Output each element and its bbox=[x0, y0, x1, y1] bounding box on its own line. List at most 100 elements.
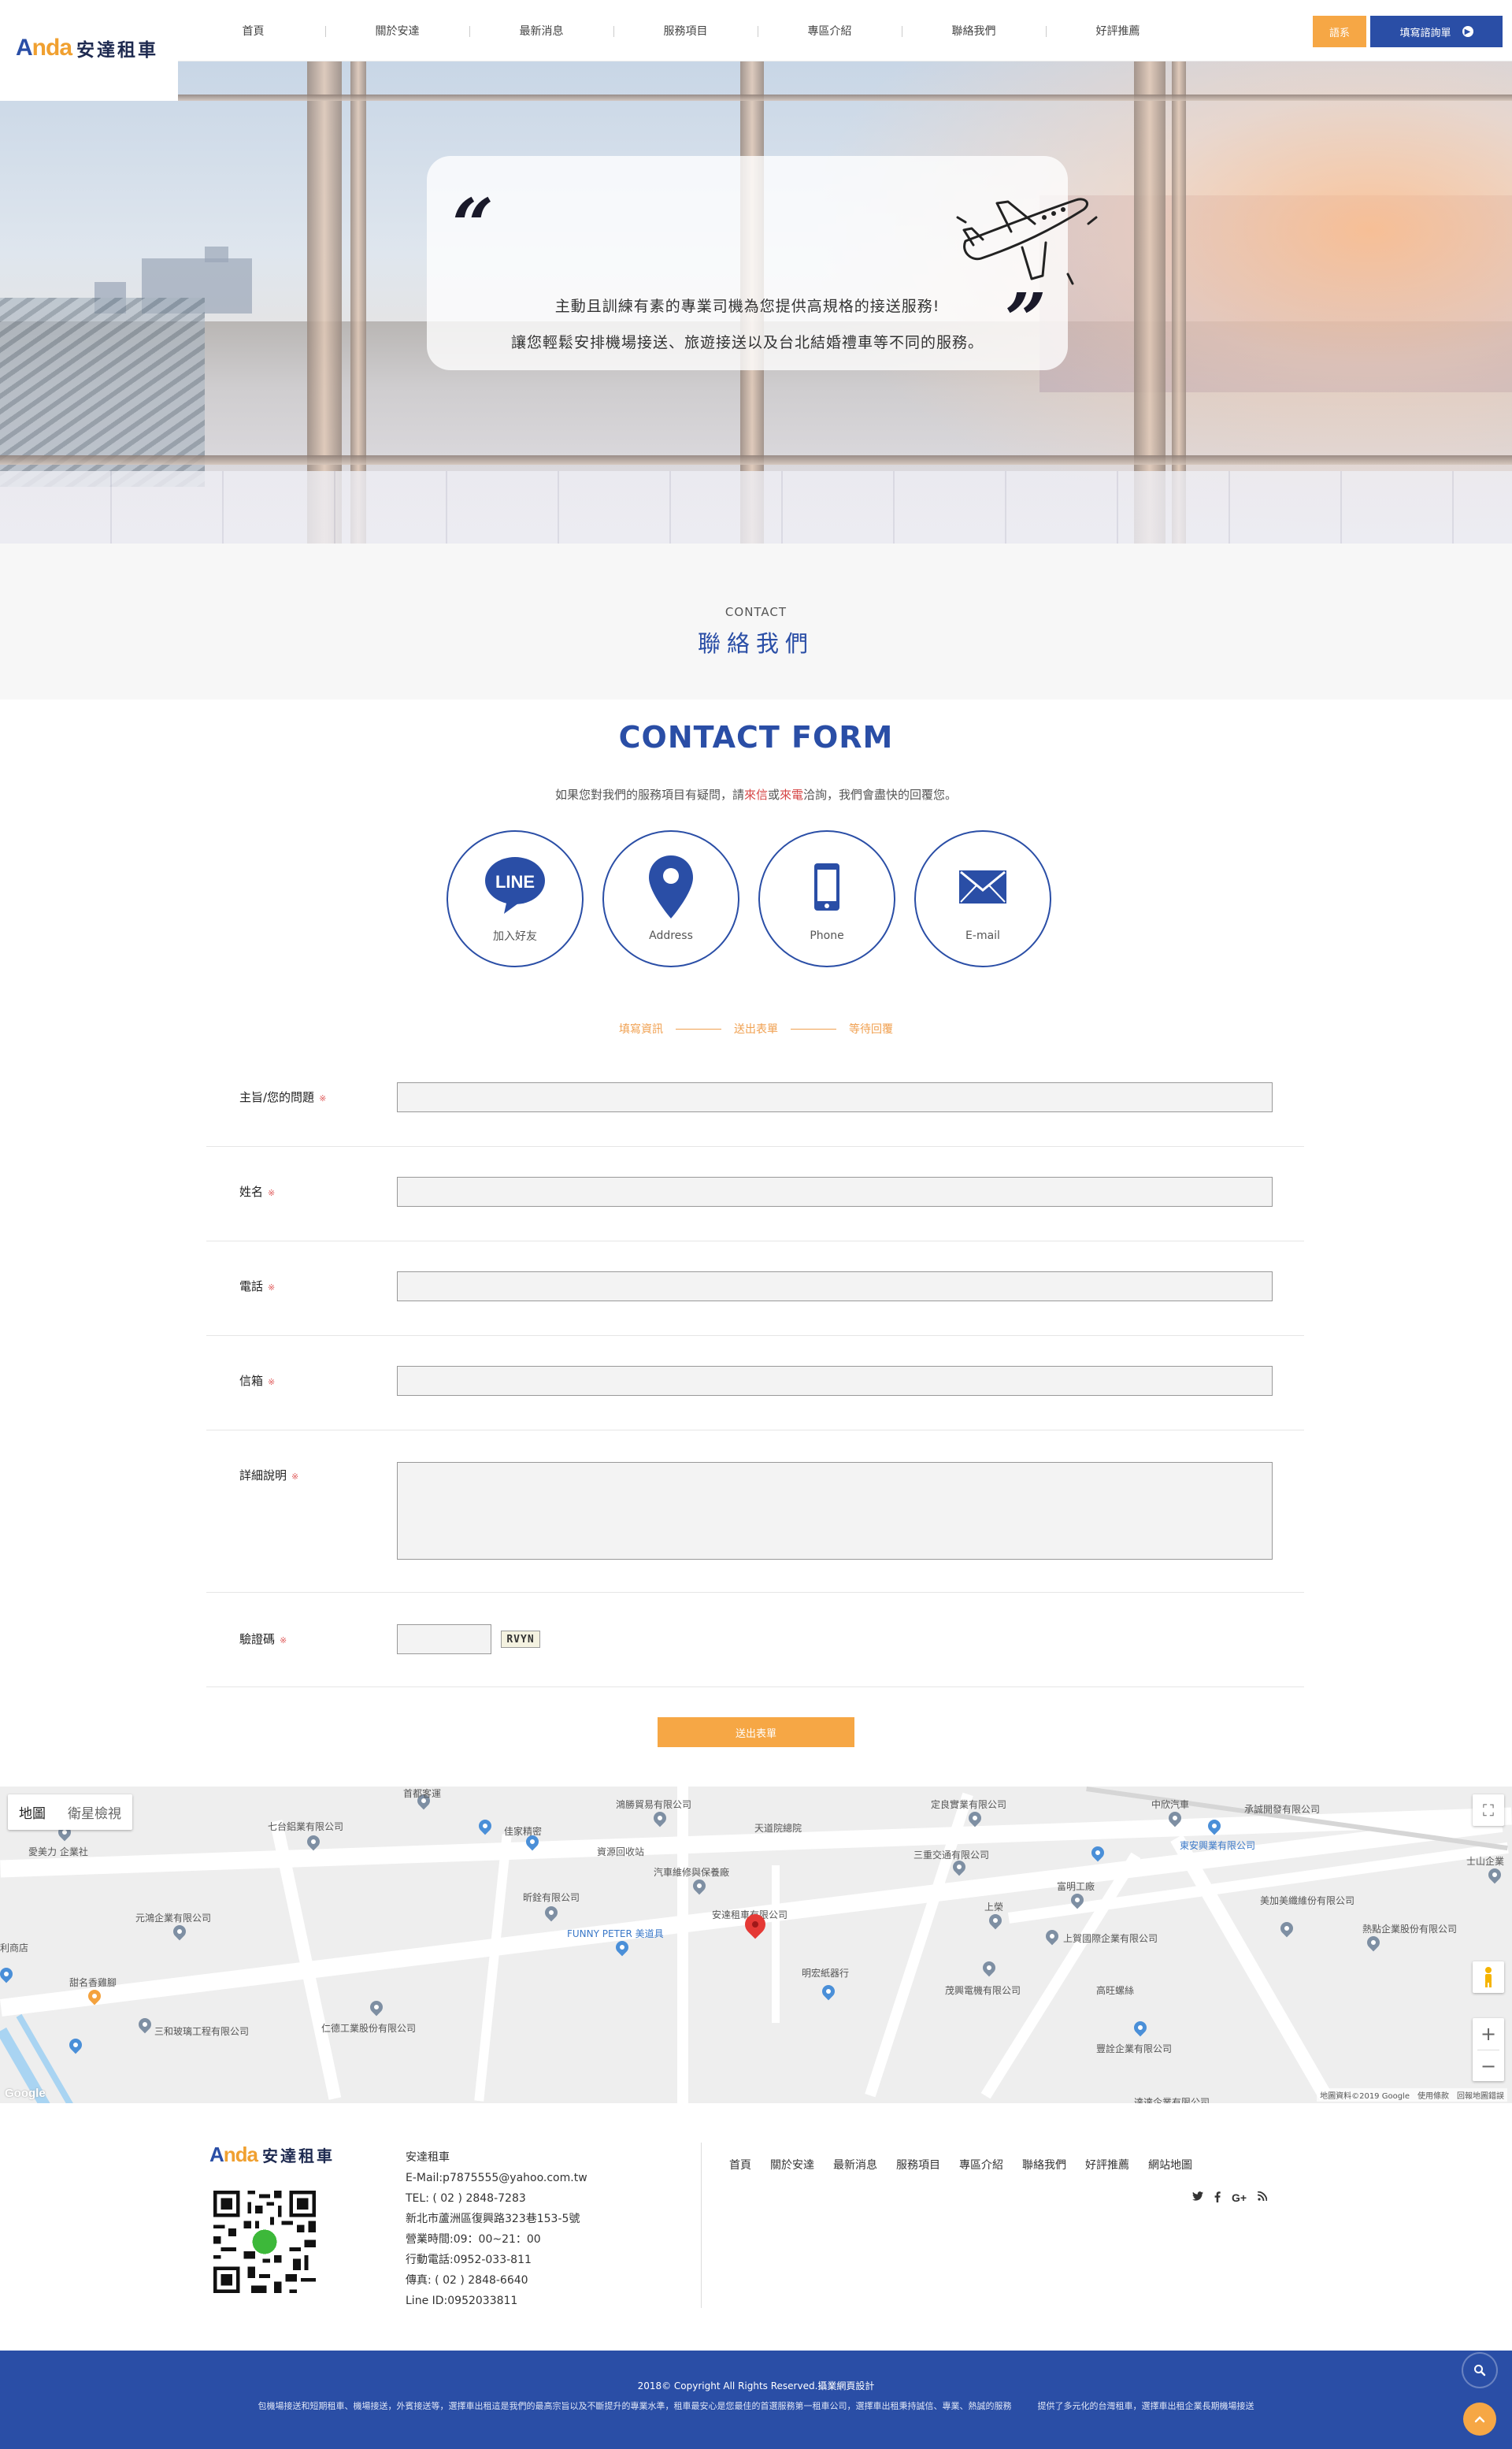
map-terms-link[interactable]: 使用條款 bbox=[1418, 2089, 1449, 2101]
contact-line-button[interactable]: LINE 加入好友 bbox=[447, 830, 584, 967]
map-poi-label: 明宏紙器行 bbox=[802, 1968, 850, 1979]
zoom-out-icon[interactable]: − bbox=[1480, 2055, 1496, 2077]
map-poi-label: 三和玻璃工程有限公司 bbox=[154, 2026, 250, 2037]
nav-item-zones[interactable]: 專區介紹 bbox=[758, 23, 902, 39]
map-pin[interactable] bbox=[170, 1922, 189, 1941]
footer-contact-info: 安達租車 E-Mail:p7875555@yahoo.com.tw TEL: (… bbox=[406, 2147, 587, 2311]
form-row-captcha: 驗證碼 ※ RVYN bbox=[206, 1593, 1304, 1687]
nav-item-about[interactable]: 關於安達 bbox=[325, 23, 469, 39]
footer-email[interactable]: E-Mail:p7875555@yahoo.com.tw bbox=[406, 2168, 587, 2188]
contact-email-button[interactable]: E-mail bbox=[914, 830, 1051, 967]
map-pin[interactable] bbox=[304, 1832, 323, 1851]
map-type-roadmap[interactable]: 地圖 bbox=[8, 1794, 57, 1830]
map-poi-label: 美加美纖維份有限公司 bbox=[1260, 1895, 1355, 1906]
contact-address-button[interactable]: Address bbox=[602, 830, 739, 967]
nav-item-news[interactable]: 最新消息 bbox=[469, 23, 613, 39]
site-footer: Anda 安達租車 安達租車 E-Mail:p7875555@yahoo.com… bbox=[0, 2103, 1512, 2351]
map-poi-label: 甜名香雞腳 bbox=[69, 1977, 117, 1988]
map-pin[interactable] bbox=[66, 2035, 85, 2054]
mail-icon bbox=[958, 855, 1007, 918]
facebook-icon[interactable] bbox=[1214, 2191, 1221, 2206]
captcha-input[interactable] bbox=[397, 1624, 491, 1654]
captcha-image[interactable]: RVYN bbox=[501, 1631, 540, 1648]
map-pin[interactable] bbox=[690, 1876, 709, 1895]
map-pin[interactable] bbox=[986, 1911, 1005, 1930]
map-poi-label: 茂興電機有限公司 bbox=[945, 1985, 1021, 1996]
nav-item-contact[interactable]: 聯絡我們 bbox=[902, 23, 1046, 39]
line-icon-text: LINE bbox=[495, 872, 535, 892]
google-map[interactable]: 首都客運 鴻勝貿易有限公司 定良實業有限公司 中欣汽車 承誠開發有限公司 七台鋁… bbox=[0, 1787, 1512, 2103]
twitter-icon[interactable] bbox=[1192, 2191, 1203, 2206]
copyright-notice: 2018© Copyright All Rights Reserved. bbox=[637, 2380, 818, 2391]
map-pin[interactable] bbox=[135, 2015, 154, 2034]
required-mark: ※ bbox=[280, 1635, 287, 1646]
map-poi-label: 首都客運 bbox=[403, 1788, 442, 1799]
inquiry-button[interactable]: 填寫諮詢單 ▶ bbox=[1370, 16, 1503, 47]
map-pin[interactable] bbox=[0, 1965, 16, 1983]
map-pin[interactable] bbox=[819, 1982, 838, 2001]
map-pin[interactable] bbox=[965, 1809, 984, 1827]
footer-nav-sitemap[interactable]: 網站地圖 bbox=[1148, 2157, 1192, 2173]
phone-input[interactable] bbox=[397, 1271, 1273, 1301]
zoom-in-icon[interactable]: + bbox=[1480, 2023, 1496, 2045]
footer-nav-contact[interactable]: 聯絡我們 bbox=[1022, 2157, 1066, 2173]
submit-form-button[interactable]: 送出表單 bbox=[658, 1717, 854, 1747]
footer-nav-about[interactable]: 關於安達 bbox=[770, 2157, 814, 2173]
footer-nav-zones[interactable]: 專區介紹 bbox=[959, 2157, 1003, 2173]
designer-link[interactable]: 攝業網頁設計 bbox=[817, 2380, 874, 2391]
footer-line-id: Line ID:0952033811 bbox=[406, 2295, 518, 2307]
logo-box[interactable]: Anda 安達租車 bbox=[0, 0, 178, 101]
map-type-satellite[interactable]: 衛星檢視 bbox=[57, 1794, 132, 1830]
nav-item-home[interactable]: 首頁 bbox=[181, 23, 325, 39]
map-pin[interactable] bbox=[980, 1958, 999, 1977]
fullscreen-icon[interactable]: ⛶ bbox=[1473, 1794, 1504, 1826]
site-logo[interactable]: Anda 安達租車 bbox=[16, 35, 158, 61]
map-pin[interactable] bbox=[1043, 1927, 1062, 1946]
back-to-top-icon[interactable] bbox=[1463, 2403, 1496, 2436]
map-pin[interactable] bbox=[1364, 1933, 1383, 1952]
footer-nav-home[interactable]: 首頁 bbox=[729, 2157, 751, 2173]
captcha-label: 驗證碼 ※ bbox=[239, 1631, 287, 1647]
nav-item-reviews[interactable]: 好評推薦 bbox=[1046, 23, 1190, 39]
map-report-link[interactable]: 回報地圖錯誤 bbox=[1457, 2089, 1504, 2101]
footer-nav-reviews[interactable]: 好評推薦 bbox=[1085, 2157, 1129, 2173]
required-mark: ※ bbox=[319, 1093, 327, 1104]
map-poi-label: 達達企業有限公司 bbox=[1134, 2097, 1210, 2103]
search-icon[interactable] bbox=[1463, 2354, 1496, 2387]
footer-logo[interactable]: Anda 安達租車 bbox=[209, 2143, 335, 2167]
subject-input[interactable] bbox=[397, 1082, 1273, 1112]
map-pin[interactable] bbox=[542, 1903, 561, 1922]
nav-item-services[interactable]: 服務項目 bbox=[613, 23, 758, 39]
form-row-phone: 電話 ※ bbox=[206, 1241, 1304, 1336]
email-input[interactable] bbox=[397, 1366, 1273, 1396]
footer-nav-services[interactable]: 服務項目 bbox=[896, 2157, 940, 2173]
map-pin[interactable] bbox=[476, 1816, 495, 1835]
map-pin[interactable] bbox=[367, 1998, 386, 2017]
name-input[interactable] bbox=[397, 1177, 1273, 1207]
contact-phone-button[interactable]: Phone bbox=[758, 830, 895, 967]
footer-nav-news[interactable]: 最新消息 bbox=[833, 2157, 877, 2173]
language-button[interactable]: 語系 bbox=[1313, 16, 1366, 47]
footer-mobile[interactable]: 行動電話:0952-033-811 bbox=[406, 2250, 587, 2270]
hero-window-rail bbox=[0, 455, 1512, 465]
contact-form-intro: 如果您對我們的服務項目有疑問，請來信或來電洽詢，我們會盡快的回覆您。 bbox=[0, 786, 1512, 803]
form-row-subject: 主旨/您的問題 ※ bbox=[206, 1052, 1304, 1147]
street-view-pegman-icon[interactable] bbox=[1473, 1961, 1504, 1993]
map-pin[interactable] bbox=[1088, 1843, 1107, 1862]
map-pin[interactable] bbox=[1277, 1919, 1296, 1938]
line-qr-code bbox=[209, 2187, 320, 2297]
map-pin[interactable] bbox=[650, 1809, 669, 1827]
footer-tel[interactable]: TEL: ( 02 ) 2848-7283 bbox=[406, 2188, 587, 2209]
zoom-control: + − bbox=[1473, 2018, 1504, 2081]
intro-phone-link[interactable]: 來電 bbox=[780, 788, 803, 802]
map-poi-label: 愛美力 企業社 bbox=[28, 1846, 88, 1857]
intro-email-link[interactable]: 來信 bbox=[744, 788, 768, 802]
phone-label: 電話 ※ bbox=[239, 1278, 275, 1294]
rss-icon[interactable] bbox=[1257, 2191, 1268, 2206]
map-pin[interactable] bbox=[1131, 2018, 1150, 2037]
details-label: 詳細說明 ※ bbox=[239, 1467, 298, 1483]
map-poi-label: 資源回收站 bbox=[597, 1846, 645, 1857]
map-pin[interactable] bbox=[1485, 1865, 1504, 1884]
details-textarea[interactable] bbox=[397, 1462, 1273, 1560]
google-plus-icon[interactable]: G+ bbox=[1232, 2191, 1247, 2206]
